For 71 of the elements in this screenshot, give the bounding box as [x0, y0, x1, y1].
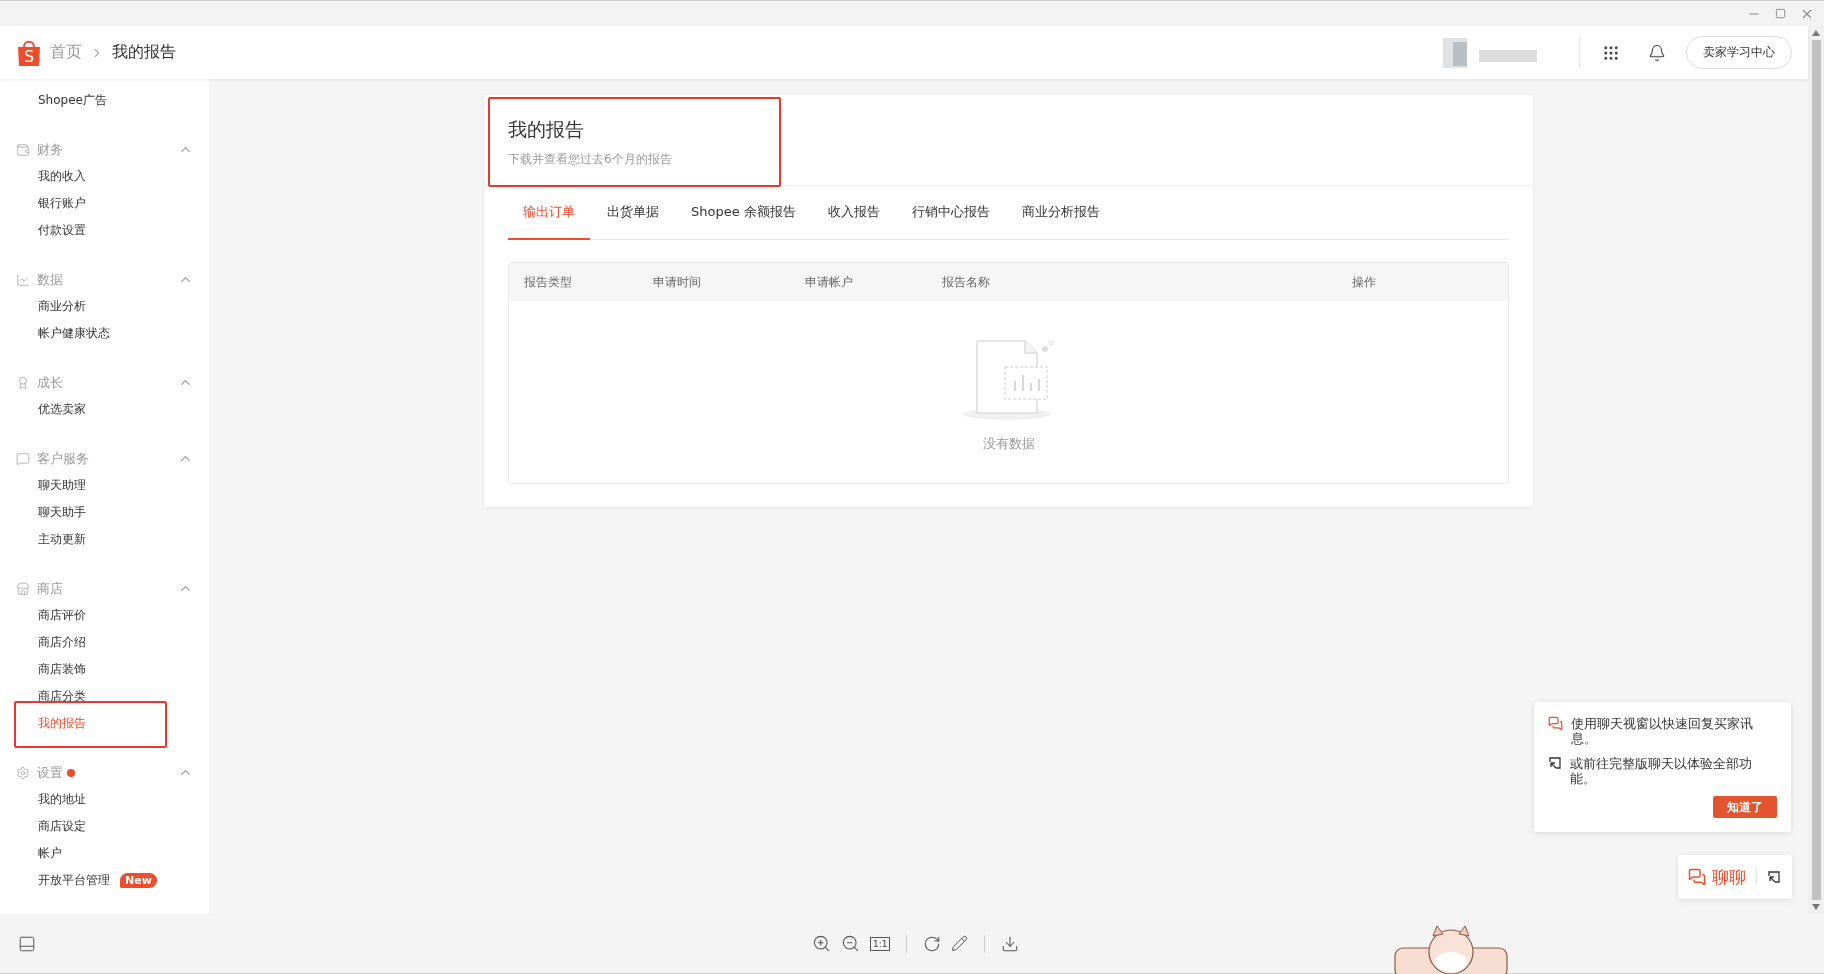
breadcrumb-current: 我的报告 [112, 42, 176, 63]
sidebar-item[interactable]: 主动更新 [0, 526, 209, 553]
store-icon [16, 581, 30, 596]
scroll-up-icon[interactable] [1812, 30, 1820, 36]
maximize-icon[interactable] [1775, 8, 1786, 19]
sidebar-item[interactable]: 商店介绍 [0, 629, 209, 656]
sidebar-item[interactable]: 开放平台管理 New [0, 867, 209, 894]
sidebar-item[interactable]: 我的地址 [0, 786, 209, 813]
message-icon [16, 451, 30, 466]
page-subtitle: 下载并查看您过去6个月的报告 [508, 151, 673, 168]
tip-text: 或前往完整版聊天以体验全部功能。 [1570, 756, 1752, 786]
panel-toggle-icon[interactable] [18, 934, 36, 953]
section-title: 客户服务 [37, 449, 89, 468]
line-chart-icon [16, 272, 30, 287]
sidebar-item[interactable]: 优选卖家 [0, 396, 209, 423]
report-tab[interactable]: 行销中心报告 [896, 186, 1005, 240]
sidebar-item[interactable]: 商店装饰 [0, 656, 209, 683]
pencil-icon[interactable] [951, 935, 969, 952]
zoom-out-icon[interactable] [841, 934, 860, 953]
tip-text: 使用聊天视窗以快速回复买家讯息。 [1571, 716, 1753, 746]
zoom-in-icon[interactable] [812, 934, 831, 953]
expand-window-icon[interactable] [1767, 870, 1781, 884]
chat-icon [1688, 868, 1706, 886]
learning-center-button[interactable]: 卖家学习中心 [1686, 36, 1792, 69]
column-header: 报告类型 [524, 273, 573, 291]
report-tab[interactable]: 出货单据 [592, 186, 674, 240]
sidebar-item[interactable]: 我的收入 [0, 163, 209, 190]
empty-document-icon [962, 337, 1055, 421]
report-tab[interactable]: 商业分析报告 [1006, 186, 1115, 240]
sidebar-item[interactable]: 帐户健康状态 [0, 320, 209, 347]
page-title: 我的报告 [508, 117, 585, 142]
rotate-icon[interactable] [923, 934, 942, 953]
sidebar-item[interactable]: 聊天助手 [0, 499, 209, 526]
column-header: 操作 [1352, 273, 1377, 291]
sidebar-item[interactable]: 聊天助理 [0, 472, 209, 499]
chat-launcher[interactable]: 聊聊 [1678, 855, 1792, 899]
column-header: 申请帐户 [805, 273, 854, 291]
report-tab[interactable]: Shopee 余额报告 [676, 186, 811, 240]
expand-window-icon [1548, 756, 1562, 770]
column-header: 报告名称 [942, 273, 991, 291]
section-title: 成长 [37, 373, 63, 392]
download-icon[interactable] [1001, 934, 1020, 953]
section-title: 商店 [37, 579, 63, 598]
settings-icon [16, 765, 30, 780]
apps-grid-icon[interactable] [1602, 43, 1620, 62]
empty-text: 没有数据 [982, 435, 1035, 453]
section-title: 设置 [37, 763, 63, 782]
report-tab[interactable]: 输出订单 [508, 186, 590, 240]
sidebar-item[interactable]: 商店设定 [0, 813, 209, 840]
sidebar-item[interactable]: 商业分析 [0, 293, 209, 320]
award-icon [16, 375, 30, 390]
sidebar-item[interactable]: Shopee广告 [0, 87, 209, 114]
scroll-down-icon[interactable] [1812, 904, 1820, 910]
got-it-button[interactable]: 知道了 [1713, 796, 1777, 818]
wallet-icon [16, 142, 30, 157]
section-title: 财务 [37, 140, 63, 159]
chat-label: 聊聊 [1712, 865, 1746, 889]
scrollbar-thumb[interactable] [1811, 40, 1821, 900]
sidebar-item[interactable]: 我的报告 [0, 710, 209, 737]
sidebar-item[interactable]: 付款设置 [0, 217, 209, 244]
chat-icon [1548, 716, 1563, 731]
sidebar-item[interactable]: 商店分类 [0, 683, 209, 710]
sidebar-item[interactable]: 帐户 [0, 840, 209, 867]
report-tab[interactable]: 收入报告 [812, 186, 895, 240]
new-badge: New [120, 873, 157, 888]
bell-icon[interactable] [1648, 43, 1666, 62]
column-header: 申请时间 [653, 273, 702, 291]
sidebar-item[interactable]: 银行账户 [0, 190, 209, 217]
section-title: 数据 [37, 270, 63, 289]
sidebar-item[interactable]: 商店评价 [0, 602, 209, 629]
actual-size-button[interactable]: 1:1 [870, 936, 891, 951]
